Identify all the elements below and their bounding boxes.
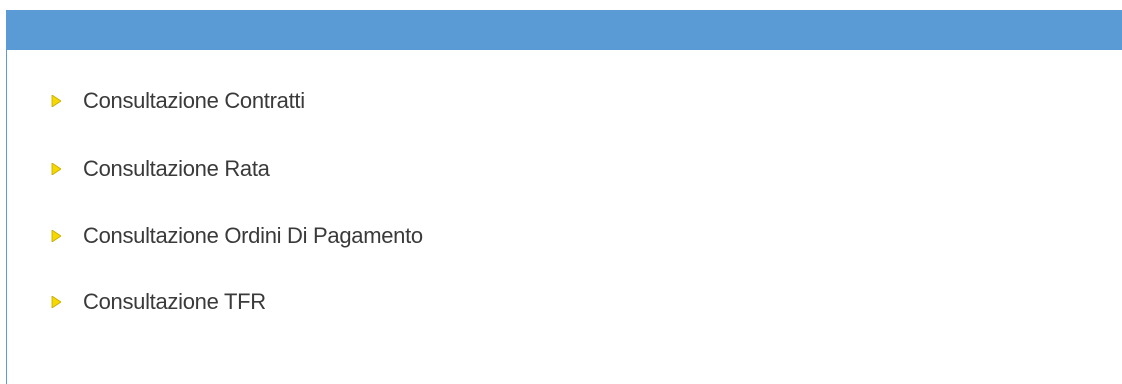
menu-item-label: Consultazione Rata <box>83 156 270 181</box>
menu-item-consultazione-rata[interactable]: Consultazione Rata <box>51 154 270 184</box>
menu-item-consultazione-tfr[interactable]: Consultazione TFR <box>51 287 266 317</box>
menu-item-label: Consultazione TFR <box>83 289 266 314</box>
menu-panel: Consultazione Contratti Consultazione Ra… <box>6 10 1122 384</box>
triangle-right-icon <box>51 163 61 175</box>
panel-header-bar <box>7 10 1122 50</box>
triangle-right-icon <box>51 95 61 107</box>
menu-item-label: Consultazione Ordini Di Pagamento <box>83 223 423 248</box>
menu-item-consultazione-contratti[interactable]: Consultazione Contratti <box>51 86 305 116</box>
menu-item-consultazione-ordini-di-pagamento[interactable]: Consultazione Ordini Di Pagamento <box>51 221 423 251</box>
menu-item-label: Consultazione Contratti <box>83 88 305 113</box>
triangle-right-icon <box>51 296 61 308</box>
triangle-right-icon <box>51 230 61 242</box>
